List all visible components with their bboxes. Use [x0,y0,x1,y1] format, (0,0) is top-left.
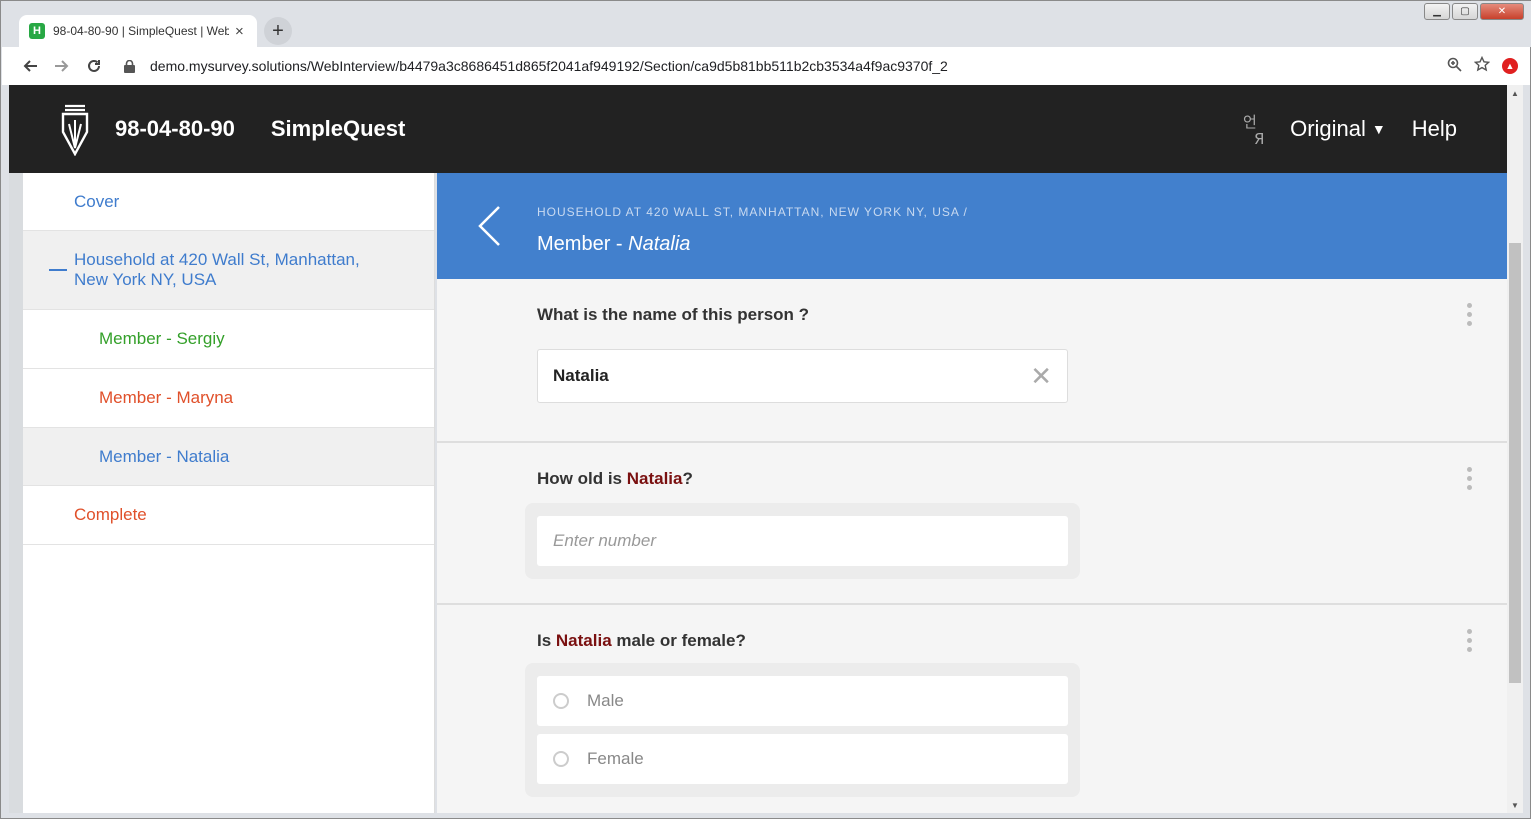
language-label: Original [1290,116,1366,141]
sex-answer-box: Male Female [525,663,1080,797]
caret-down-icon: ▼ [1371,121,1386,137]
tab-strip: H 98-04-80-90 | SimpleQuest | WebIntervi… [1,1,1531,47]
browser-tab[interactable]: H 98-04-80-90 | SimpleQuest | WebIntervi… [19,15,257,47]
maximize-button[interactable]: ▢ [1452,3,1478,20]
translate-icon: 언Я [1242,111,1274,147]
zoom-icon[interactable] [1447,57,1462,76]
question-menu-icon[interactable] [1467,467,1473,494]
forward-icon[interactable] [46,50,78,82]
section-header: HOUSEHOLD AT 420 WALL ST, MANHATTAN, NEW… [437,173,1507,279]
help-link[interactable]: Help [1412,116,1457,142]
language-selector[interactable]: Original ▼ [1290,116,1386,142]
new-tab-button[interactable]: + [264,17,292,45]
question-text: Is Natalia male or female? [437,605,1507,651]
sidebar-item-household[interactable]: Household at 420 Wall St, Manhattan, New… [23,231,434,310]
clear-icon[interactable]: ✕ [1030,361,1052,392]
sidebar-item-cover[interactable]: Cover [23,173,434,231]
main-content: HOUSEHOLD AT 420 WALL ST, MANHATTAN, NEW… [437,173,1507,813]
radio-circle-icon [553,751,569,767]
bookmark-star-icon[interactable] [1473,55,1491,76]
section-title-prefix: Member - [537,233,629,255]
tab-title: 98-04-80-90 | SimpleQuest | WebInterview [53,24,229,38]
question-text: How old is Natalia? [437,443,1507,489]
app-header: 98-04-80-90 SimpleQuest 언Я Original ▼ He… [9,85,1507,173]
questionnaire-title: SimpleQuest [270,116,406,141]
pen-shield-icon[interactable] [59,102,91,156]
question-age: How old is Natalia? Enter number [437,443,1507,605]
radio-label: Female [587,749,644,768]
scroll-down-icon[interactable]: ▼ [1507,797,1523,813]
address-bar[interactable]: demo.mysurvey.solutions/WebInterview/b44… [114,51,1439,81]
sidebar-item-member-sergiy[interactable]: Member - Sergiy [23,310,434,369]
sidebar-item-member-natalia[interactable]: Member - Natalia [23,428,434,486]
substitution-name: Natalia [626,469,683,488]
page-scrollbar[interactable]: ▲ ▼ [1507,85,1523,813]
lock-icon [124,59,136,73]
age-answer-box: Enter number [525,503,1080,579]
question-menu-icon[interactable] [1467,629,1473,656]
sidebar-item-label: Cover [74,191,120,211]
radio-circle-icon [553,693,569,709]
name-input[interactable]: Natalia ✕ [537,349,1068,403]
question-text-prefix: How old is [537,469,627,488]
question-text-suffix: male or female? [611,631,746,650]
window-controls: ▁ ▢ ✕ [1424,3,1524,20]
tab-close-icon[interactable]: × [235,23,244,40]
collapse-icon[interactable] [49,269,67,271]
reload-icon[interactable] [78,50,110,82]
radio-option-male[interactable]: Male [537,676,1068,726]
sidebar-item-complete[interactable]: Complete [23,486,434,545]
interview-id: 98-04-80-90 [115,116,235,141]
svg-text:언: 언 [1243,113,1257,131]
sidebar-item-label: Member - Natalia [99,446,230,466]
browser-window: H 98-04-80-90 | SimpleQuest | WebIntervi… [0,0,1531,819]
sidebar-item-label: Household at 420 Wall St, Manhattan, New… [74,250,360,289]
sidebar-item-label: Member - Sergiy [99,329,225,348]
radio-label: Male [587,691,624,710]
sidebar: Cover Household at 420 Wall St, Manhatta… [23,173,435,813]
section-title-name: Natalia [628,233,691,255]
radio-option-female[interactable]: Female [537,734,1068,784]
toolbar-actions: ▲ [1447,55,1518,76]
breadcrumb[interactable]: HOUSEHOLD AT 420 WALL ST, MANHATTAN, NEW… [537,205,968,219]
sidebar-item-label: Member - Maryna [99,388,234,407]
question-sex: Is Natalia male or female? Male Female [437,605,1507,813]
question-text-suffix: ? [682,469,693,488]
question-text-prefix: Is [537,631,556,650]
page-gutter [9,173,23,813]
question-name: What is the name of this person ? Natali… [437,279,1507,443]
name-input-value: Natalia [553,366,609,385]
question-menu-icon[interactable] [1467,303,1473,330]
sidebar-item-label: Complete [74,505,147,524]
extension-icon[interactable]: ▲ [1502,58,1518,74]
substitution-name: Natalia [555,631,612,650]
minimize-button[interactable]: ▁ [1424,3,1450,20]
age-input[interactable]: Enter number [537,516,1068,566]
scroll-thumb[interactable] [1509,243,1521,683]
browser-toolbar: demo.mysurvey.solutions/WebInterview/b44… [2,47,1530,85]
favicon-icon: H [29,23,45,39]
close-window-button[interactable]: ✕ [1480,3,1524,20]
svg-text:Я: Я [1254,130,1264,147]
scroll-up-icon[interactable]: ▲ [1507,85,1523,101]
back-icon[interactable] [14,50,46,82]
back-arrow-icon[interactable] [477,205,501,247]
url-text: demo.mysurvey.solutions/WebInterview/b44… [150,58,948,74]
header-actions: 언Я Original ▼ Help [1242,111,1457,147]
sidebar-item-member-maryna[interactable]: Member - Maryna [23,369,434,428]
section-title: Member - Natalia [537,233,690,256]
question-text: What is the name of this person ? [537,305,810,324]
